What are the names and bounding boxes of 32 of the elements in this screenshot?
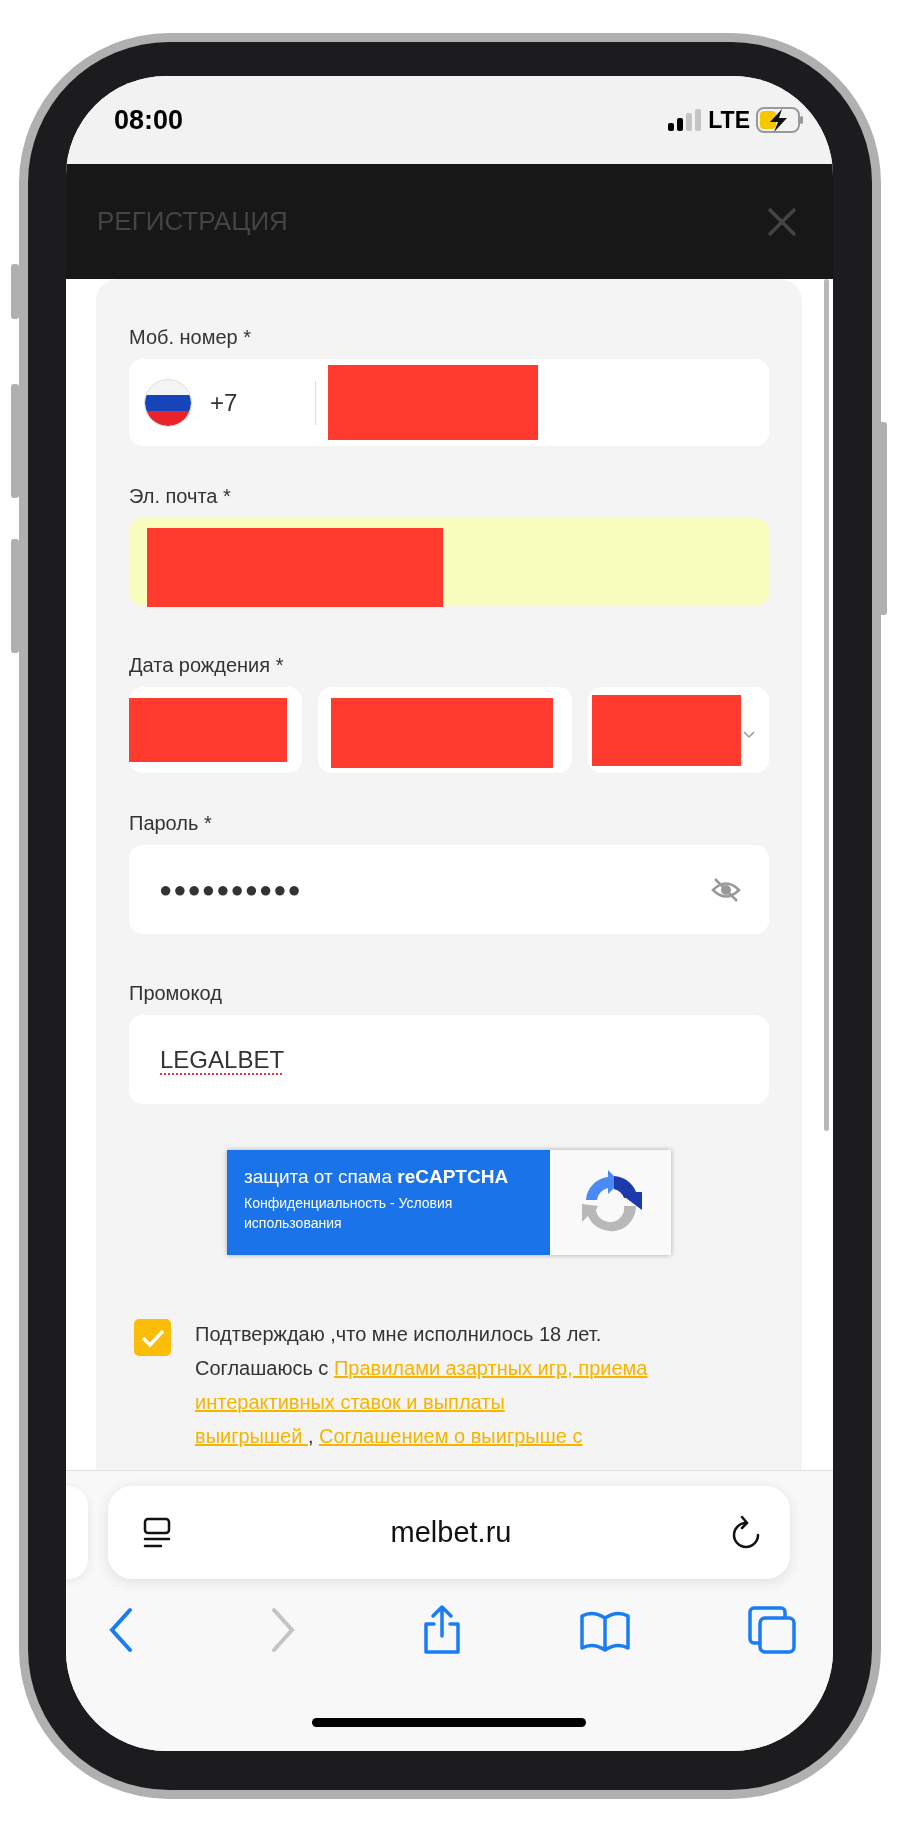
checkbox[interactable]	[134, 1319, 171, 1356]
phone-input-field[interactable]: +7	[129, 359, 769, 446]
clock-time: 08:00	[114, 104, 184, 136]
field-label: Пароль *	[129, 811, 213, 835]
signal-icon	[668, 109, 703, 131]
eye-slash-icon[interactable]	[711, 876, 741, 903]
password-input-field[interactable]: ●●●●●●●●●●	[129, 845, 769, 934]
chevron-icon	[743, 731, 755, 739]
scrollbar[interactable]	[824, 279, 829, 1131]
day-select[interactable]	[129, 687, 303, 773]
network-label: LTE	[708, 106, 750, 134]
close-icon[interactable]	[767, 206, 797, 237]
field-label: Эл. почта *	[129, 484, 232, 508]
tabs-icon[interactable]	[747, 1605, 797, 1655]
month-select[interactable]	[318, 687, 572, 773]
field-label: Промокод	[129, 981, 223, 1005]
check-icon	[140, 1327, 165, 1348]
page-menu-icon[interactable]	[142, 1516, 172, 1549]
consent-text: Подтверждаю ,что мне исполнилось 18 лет. Соглашаюсь с Правилами азартных игр, приема интерактивных ставок и выплаты выигрышей , Соглашением о выигрыше с	[195, 1322, 648, 1449]
field-label: Дата рождения *	[129, 653, 285, 677]
captcha-title: защита от спама reCAPTCHA	[244, 1165, 510, 1189]
reload-icon[interactable]	[730, 1514, 762, 1551]
captcha-links[interactable]: Конфиденциальность - Условия использования	[244, 1193, 514, 1233]
url-text: melbet.ru	[390, 1516, 512, 1549]
country-code: +7	[210, 388, 239, 417]
field-label: Моб. номер *	[129, 325, 253, 349]
battery-icon	[756, 107, 804, 133]
year-select[interactable]	[587, 687, 769, 773]
address-bar[interactable]: melbet.ru	[108, 1486, 790, 1579]
flag-icon	[143, 377, 193, 428]
promo-code-input-field[interactable]: LEGALBET	[129, 1015, 769, 1104]
email-input-field[interactable]	[129, 518, 769, 606]
